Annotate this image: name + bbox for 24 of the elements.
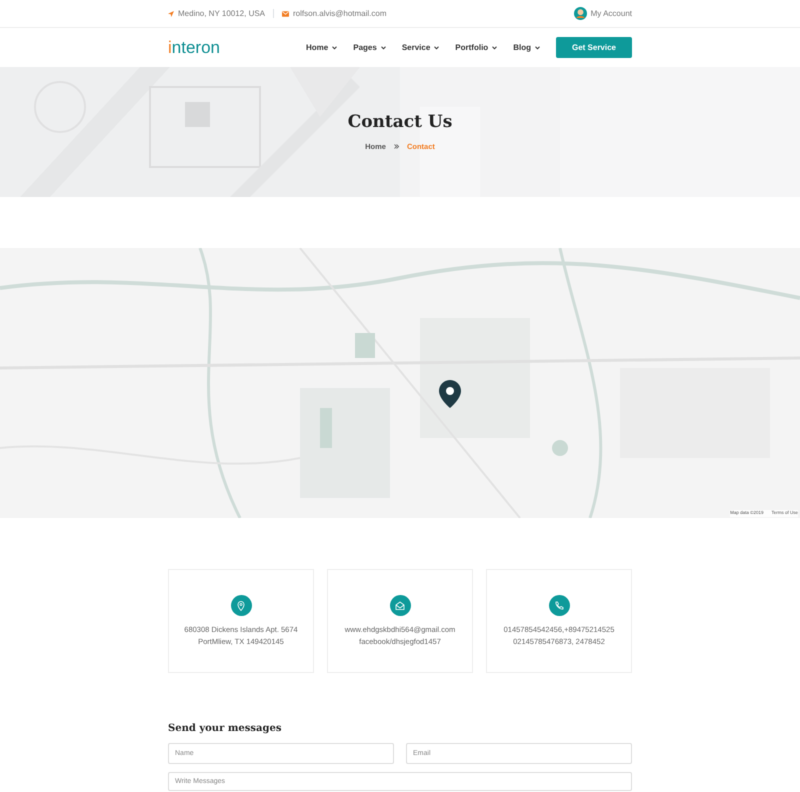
location-arrow-icon [168, 10, 174, 16]
caret-icon [492, 46, 498, 50]
nav-link[interactable]: Blog [513, 42, 540, 54]
account-link[interactable]: My Account [590, 8, 632, 20]
address-text: Medino, NY 10012, USA [178, 8, 266, 20]
page-title: Contact Us [348, 112, 452, 133]
nav-link[interactable]: Portfolio [455, 42, 498, 54]
map-pin-icon [439, 380, 461, 408]
envelope-icon [282, 10, 290, 16]
phone-icon [548, 595, 570, 616]
location-pin-icon [230, 595, 252, 616]
caret-icon [380, 46, 386, 50]
avatar-icon [574, 7, 587, 20]
envelope-icon [390, 595, 410, 616]
nav-link[interactable]: Pages [353, 42, 386, 54]
logo[interactable]: interon [168, 34, 220, 60]
nav-link[interactable]: Home [306, 42, 338, 54]
caret-icon [434, 46, 440, 50]
email-text: rolfson.alvis@hotmail.com [293, 8, 386, 20]
caret-icon [534, 46, 540, 50]
nav-link[interactable]: Service [402, 42, 440, 54]
chevron-icon [394, 144, 399, 149]
caret-icon [332, 46, 338, 50]
form-title: Send your messages [168, 723, 282, 735]
